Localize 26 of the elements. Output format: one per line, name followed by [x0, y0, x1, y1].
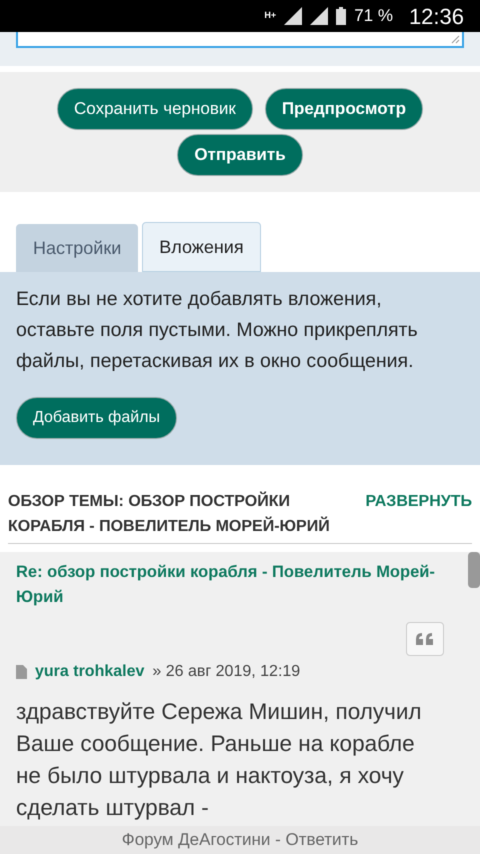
attachments-hint: Если вы не хотите добавлять вложения, оставьте поля пустыми. Можно прикреплять файлы, перетаскивая их в окно сообщения.	[16, 287, 419, 374]
battery-level: 71 %	[354, 5, 393, 28]
form-button[interactable]: Сохранить черновик	[57, 88, 253, 130]
form-button[interactable]: Предпросмотр	[264, 88, 423, 130]
post-date: » 26 авг 2019, 12:19	[152, 662, 300, 682]
page-title: Форум ДеАгостини - Ответить	[122, 829, 358, 852]
expand-link[interactable]: РАЗВЕРНУТЬ	[365, 489, 472, 539]
topic-title: ОБЗОР ТЕМЫ: ОБЗОР ПОСТРОЙКИ КОРАБЛЯ - ПОВЕЛИТЕЛЬ МОРЕЙ-ЮРИЙ	[8, 490, 331, 537]
signal-icon	[284, 7, 302, 25]
resize-handle-icon[interactable]	[451, 35, 460, 44]
tab[interactable]: Вложения	[142, 222, 261, 272]
form-button[interactable]: Отправить	[177, 134, 303, 176]
post-body: здравствуйте Сережа Мишин, получил Ваше сообщение. Раньше на корабле не было штурвала и нактоуза, я хочу сделать штурвал -	[16, 698, 423, 822]
clock: 12:36	[408, 2, 464, 30]
message-field[interactable]	[16, 32, 464, 48]
quote-icon	[416, 633, 434, 645]
post-title[interactable]: Re: обзор постройки корабля - Повелитель Морей-Юрий	[16, 560, 464, 610]
quote-button[interactable]	[406, 622, 444, 656]
scrollbar-thumb[interactable]	[468, 552, 480, 588]
battery-icon	[336, 7, 346, 25]
author-link[interactable]: yura trohkalev	[35, 660, 144, 684]
document-icon	[16, 665, 27, 679]
signal-icon	[310, 7, 328, 25]
add-files-button[interactable]: Добавить файлы	[16, 397, 177, 439]
network-type: H+	[264, 9, 276, 22]
tab[interactable]: Настройки	[16, 224, 138, 272]
